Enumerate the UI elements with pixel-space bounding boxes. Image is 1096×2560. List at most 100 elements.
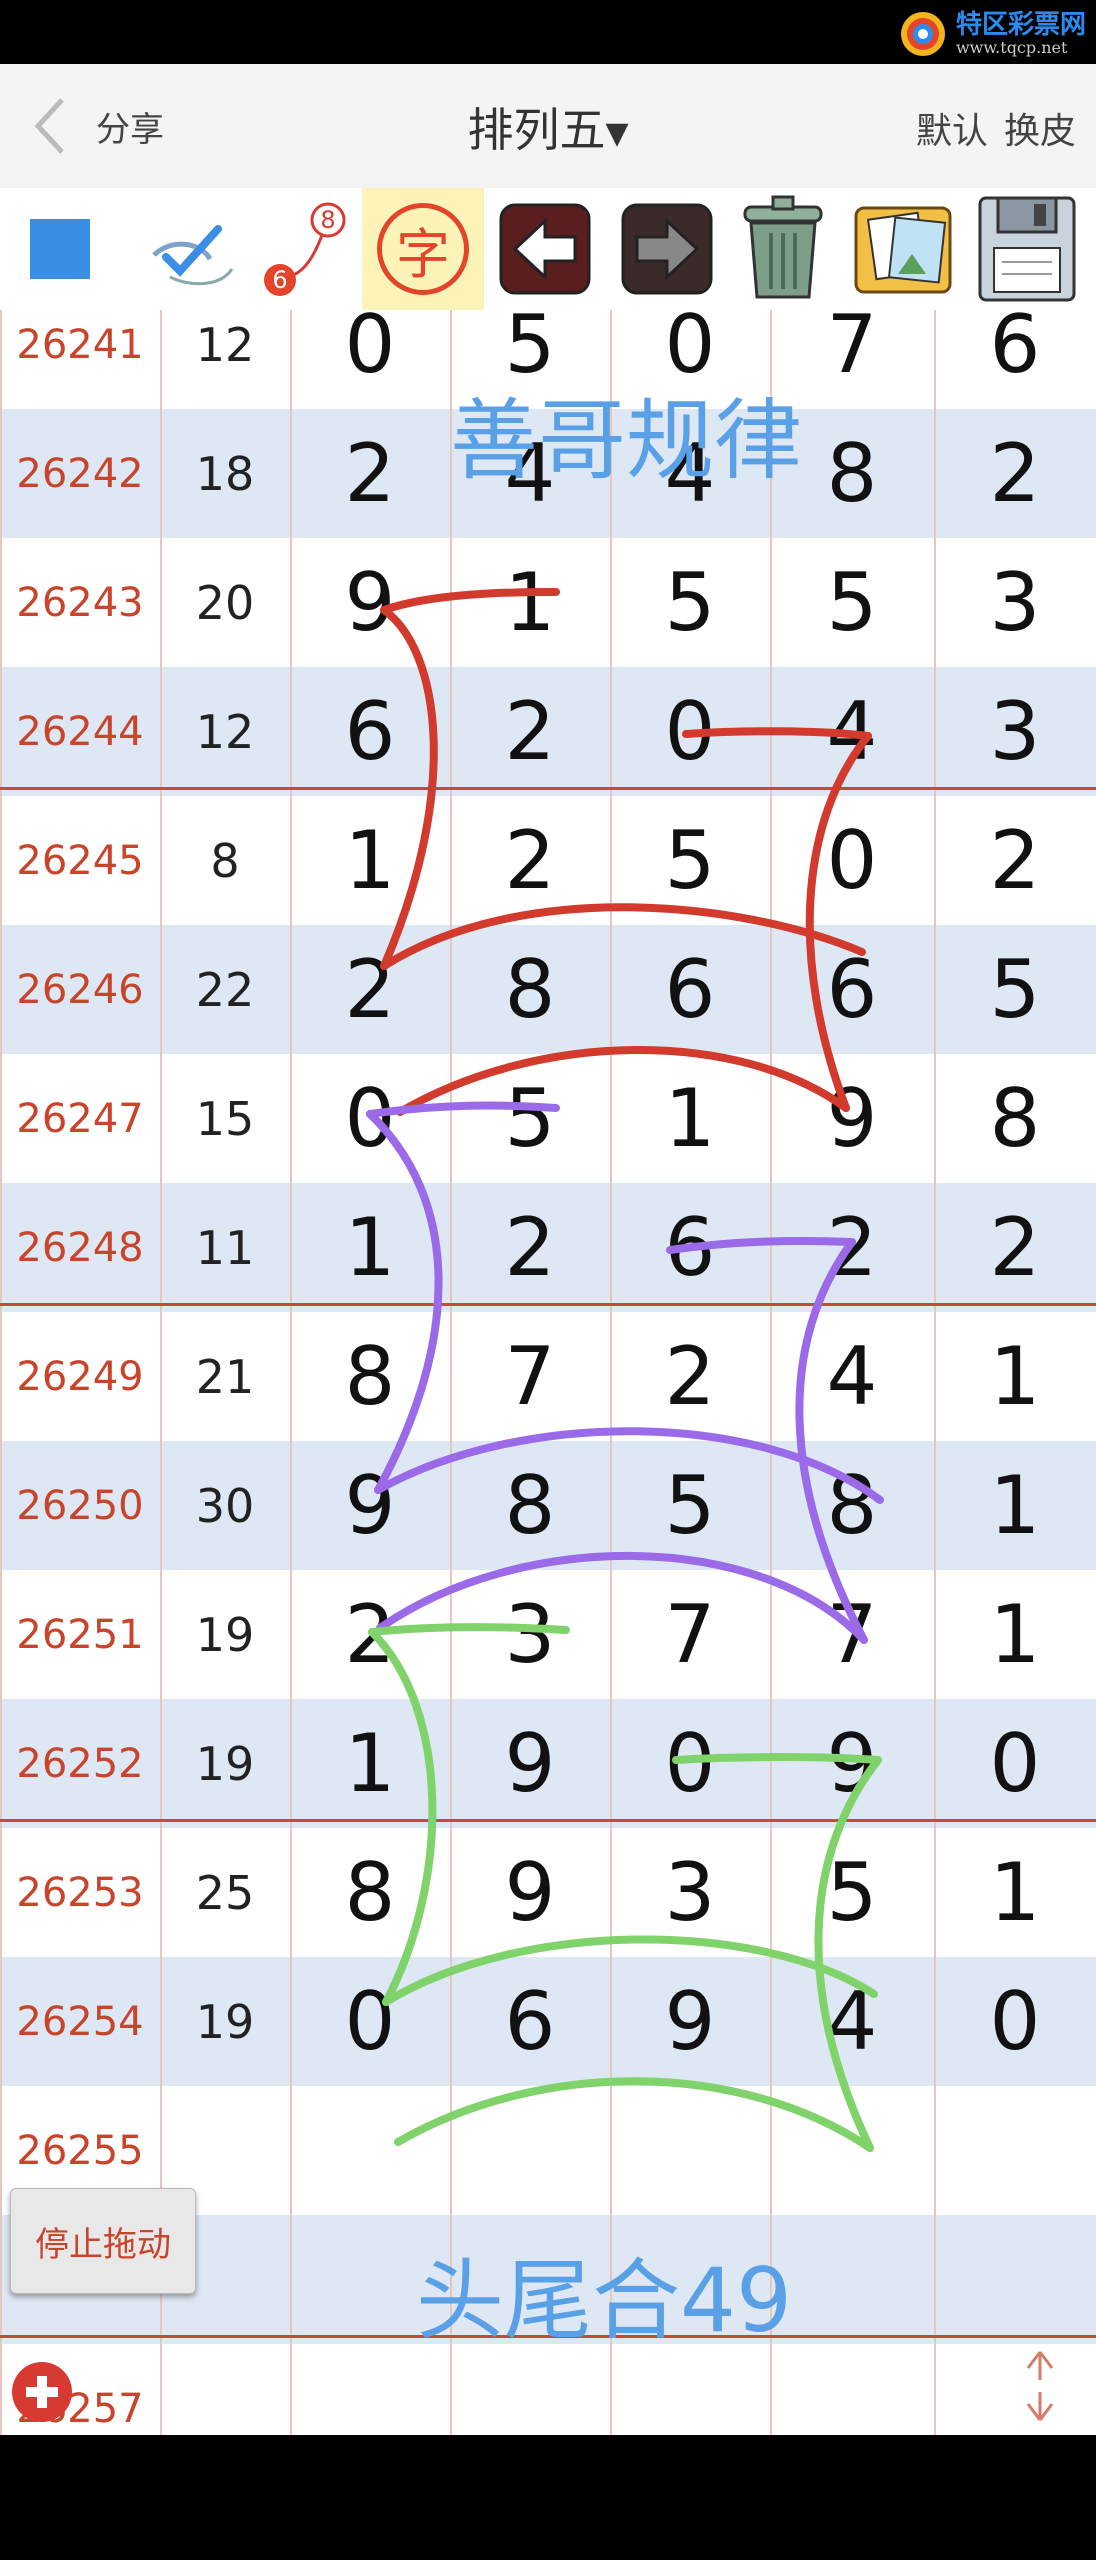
digit-cell[interactable] [770, 2215, 934, 2344]
digit-cell[interactable] [290, 2086, 450, 2215]
digit-cell[interactable]: 1 [290, 796, 450, 925]
table-row[interactable]: 26249 21 8 7 2 4 1 [0, 1312, 1096, 1441]
forward-arrow-icon[interactable] [612, 188, 722, 310]
digit-cell[interactable]: 3 [610, 1828, 770, 1957]
digit-cell[interactable]: 8 [450, 1441, 610, 1570]
table-row[interactable]: 26250 30 9 8 5 8 1 [0, 1441, 1096, 1570]
table-row[interactable]: 26245 8 1 2 5 0 2 [0, 796, 1096, 925]
digit-cell[interactable] [290, 2344, 450, 2435]
digit-cell[interactable]: 4 [770, 1957, 934, 2086]
digit-cell[interactable]: 5 [770, 538, 934, 667]
digit-cell[interactable]: 0 [290, 310, 450, 409]
digit-cell[interactable]: 5 [770, 1828, 934, 1957]
digit-cell[interactable]: 9 [290, 538, 450, 667]
link-6-8-icon[interactable]: 8 6 [256, 188, 356, 310]
digit-cell[interactable]: 8 [290, 1312, 450, 1441]
digit-cell[interactable]: 6 [610, 1183, 770, 1312]
digit-cell[interactable]: 7 [770, 1570, 934, 1699]
digit-cell[interactable]: 0 [770, 796, 934, 925]
table-row[interactable]: 26257 [0, 2344, 1096, 2435]
digit-cell[interactable] [450, 2344, 610, 2435]
digit-cell[interactable]: 1 [934, 1312, 1096, 1441]
digit-cell[interactable]: 3 [450, 1570, 610, 1699]
digit-cell[interactable]: 9 [450, 1699, 610, 1828]
digit-cell[interactable]: 9 [290, 1441, 450, 1570]
digit-cell[interactable]: 8 [770, 1441, 934, 1570]
digit-cell[interactable]: 8 [450, 925, 610, 1054]
digit-cell[interactable]: 8 [934, 1054, 1096, 1183]
table-row[interactable]: 26251 19 2 3 7 7 1 [0, 1570, 1096, 1699]
digit-cell[interactable]: 9 [450, 1828, 610, 1957]
digit-cell[interactable] [934, 2215, 1096, 2344]
digit-cell[interactable]: 0 [290, 1957, 450, 2086]
digit-cell[interactable]: 0 [610, 1699, 770, 1828]
digit-cell[interactable]: 0 [290, 1054, 450, 1183]
digit-cell[interactable] [770, 2086, 934, 2215]
digit-cell[interactable]: 2 [450, 667, 610, 796]
digit-cell[interactable]: 2 [290, 409, 450, 538]
digit-cell[interactable]: 9 [770, 1054, 934, 1183]
digit-cell[interactable]: 9 [770, 1699, 934, 1828]
table-row[interactable]: 26247 15 0 5 1 9 8 [0, 1054, 1096, 1183]
digit-cell[interactable]: 0 [934, 1699, 1096, 1828]
digit-cell[interactable] [610, 2344, 770, 2435]
digit-cell[interactable]: 5 [450, 1054, 610, 1183]
digit-cell[interactable]: 0 [934, 1957, 1096, 2086]
digit-cell[interactable]: 8 [290, 1828, 450, 1957]
pen-check-icon[interactable] [140, 188, 240, 310]
digit-cell[interactable]: 5 [610, 1441, 770, 1570]
table-row[interactable]: 26248 11 1 2 6 2 2 [0, 1183, 1096, 1312]
digit-cell[interactable] [934, 2086, 1096, 2215]
digit-cell[interactable]: 1 [934, 1570, 1096, 1699]
back-arrow-icon[interactable] [490, 188, 600, 310]
add-row-plus-icon[interactable] [12, 2362, 72, 2422]
digit-cell[interactable]: 6 [610, 925, 770, 1054]
table-row[interactable]: 26243 20 9 1 5 5 3 [0, 538, 1096, 667]
drag-resize-icon[interactable] [1010, 2346, 1070, 2426]
digit-cell[interactable]: 4 [770, 667, 934, 796]
digit-cell[interactable]: 1 [934, 1828, 1096, 1957]
digit-cell[interactable]: 1 [450, 538, 610, 667]
digit-cell[interactable]: 1 [934, 1441, 1096, 1570]
table-row[interactable]: 26244 12 6 2 0 4 3 [0, 667, 1096, 796]
digit-cell[interactable]: 6 [450, 1957, 610, 2086]
trash-can-icon[interactable] [728, 188, 838, 310]
digit-cell[interactable]: 7 [610, 1570, 770, 1699]
default-button[interactable]: 默认 [916, 102, 988, 154]
digit-cell[interactable]: 5 [934, 925, 1096, 1054]
digit-cell[interactable]: 2 [934, 796, 1096, 925]
digit-cell[interactable]: 2 [450, 1183, 610, 1312]
digit-cell[interactable] [450, 2086, 610, 2215]
digit-cell[interactable]: 3 [934, 538, 1096, 667]
zi-character-icon[interactable]: 字 [362, 188, 484, 310]
digit-cell[interactable] [610, 2086, 770, 2215]
digit-cell[interactable]: 2 [290, 925, 450, 1054]
blue-square-icon[interactable] [20, 188, 100, 310]
digit-cell[interactable]: 4 [770, 1312, 934, 1441]
digit-cell[interactable] [770, 2344, 934, 2435]
digit-cell[interactable]: 2 [290, 1570, 450, 1699]
digit-cell[interactable]: 7 [450, 1312, 610, 1441]
table-row[interactable]: 26253 25 8 9 3 5 1 [0, 1828, 1096, 1957]
table-row[interactable]: 26246 22 2 8 6 6 5 [0, 925, 1096, 1054]
digit-cell[interactable]: 5 [610, 796, 770, 925]
digit-cell[interactable]: 2 [934, 1183, 1096, 1312]
digit-cell[interactable]: 3 [934, 667, 1096, 796]
digit-cell[interactable]: 0 [610, 667, 770, 796]
digit-cell[interactable]: 1 [290, 1699, 450, 1828]
table-row[interactable]: 26254 19 0 6 9 4 0 [0, 1957, 1096, 2086]
digit-cell[interactable]: 2 [450, 796, 610, 925]
digit-cell[interactable]: 9 [610, 1957, 770, 2086]
skin-button[interactable]: 换皮 [1004, 102, 1076, 154]
digit-cell[interactable]: 2 [610, 1312, 770, 1441]
digit-cell[interactable]: 2 [770, 1183, 934, 1312]
digit-cell[interactable]: 2 [934, 409, 1096, 538]
digit-cell[interactable]: 6 [934, 310, 1096, 409]
digit-cell[interactable]: 1 [610, 1054, 770, 1183]
photo-album-icon[interactable] [844, 188, 962, 310]
digit-cell[interactable]: 1 [290, 1183, 450, 1312]
digit-cell[interactable]: 6 [770, 925, 934, 1054]
table-row[interactable]: 26252 19 1 9 0 9 0 [0, 1699, 1096, 1828]
stop-drag-button[interactable]: 停止拖动 [10, 2188, 196, 2294]
digit-cell[interactable]: 5 [610, 538, 770, 667]
